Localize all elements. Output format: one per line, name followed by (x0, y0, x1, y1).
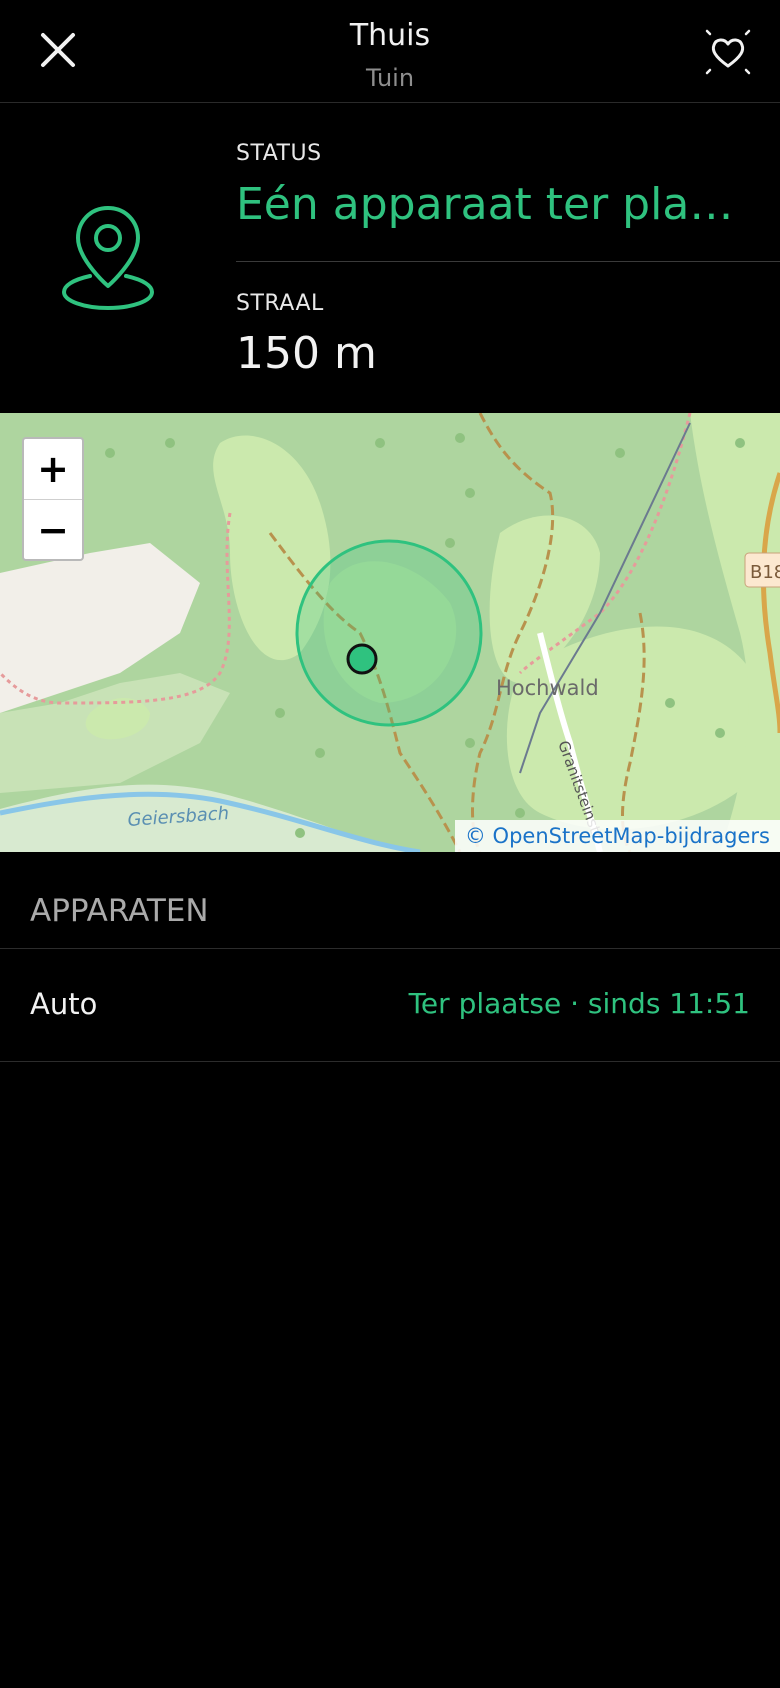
map-label-road: B18 (750, 562, 780, 583)
geofence-radius-circle (295, 539, 483, 727)
zoom-control: + − (22, 437, 84, 561)
map-label-town: Hochwald (496, 676, 599, 700)
top-bar: Thuis Tuin (0, 0, 780, 103)
map-tiles: B18 Hochwald Geiersbach Granitsteinstr (0, 413, 780, 852)
info-divider (236, 261, 780, 262)
status-label: STATUS (236, 141, 322, 166)
map-attribution-link[interactable]: © OpenStreetMap-bijdragers (454, 820, 780, 852)
page-title: Thuis (349, 18, 431, 53)
device-location-marker (346, 643, 378, 675)
location-pin-icon (61, 206, 155, 311)
heart-icon (705, 29, 751, 75)
radius-value: 150 m (236, 328, 377, 379)
devices-divider-bottom (0, 1061, 780, 1062)
page-subtitle: Tuin (365, 64, 415, 92)
device-status: Ter plaatse · sinds 11:51 (408, 987, 750, 1020)
device-name: Auto (30, 987, 98, 1021)
device-row[interactable]: Auto Ter plaatse · sinds 11:51 (0, 949, 780, 1061)
zoom-out-button[interactable]: − (24, 500, 82, 560)
zoom-in-button[interactable]: + (24, 439, 82, 499)
geofence-info: STATUS Eén apparaat ter plaatse STRAAL 1… (0, 103, 780, 413)
favorite-button[interactable] (698, 22, 758, 82)
map-view[interactable]: B18 Hochwald Geiersbach Granitsteinstr +… (0, 413, 780, 852)
status-value: Eén apparaat ter plaatse (236, 179, 756, 230)
radius-label: STRAAL (236, 291, 324, 316)
devices-section-header: APPARATEN (30, 893, 209, 929)
